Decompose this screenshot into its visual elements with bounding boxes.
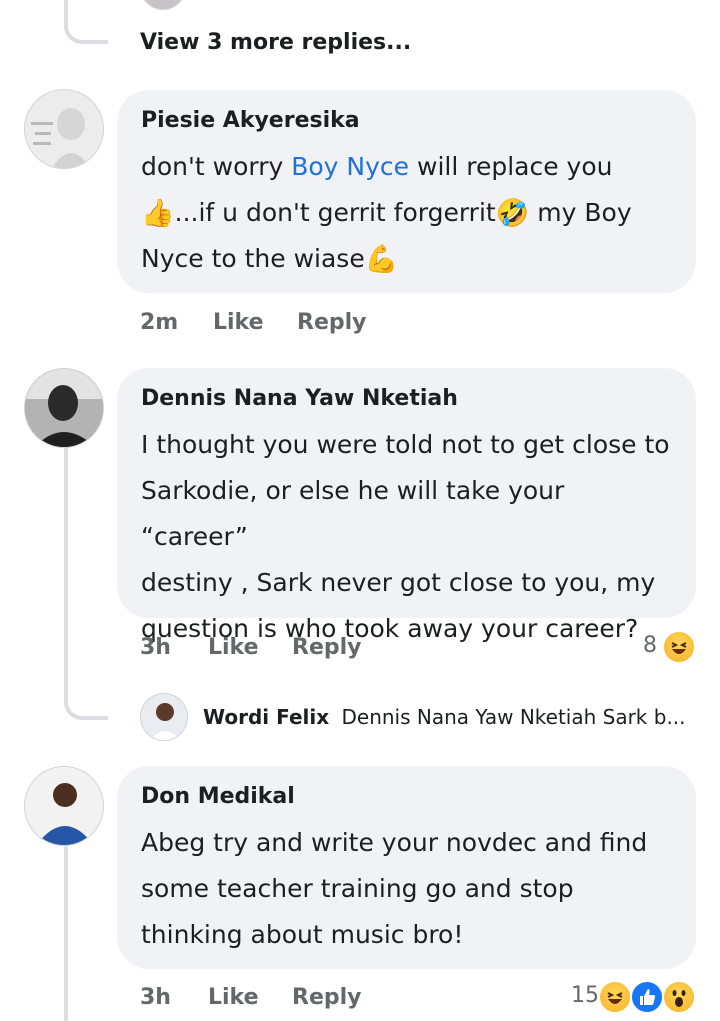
thread-connector-reply	[64, 670, 108, 720]
view-more-replies-link[interactable]: View 3 more replies...	[140, 30, 411, 55]
rofl-emoji: 🤣	[495, 198, 530, 229]
avatar-dennis[interactable]	[24, 368, 104, 448]
like-button[interactable]: Like	[208, 985, 259, 1010]
like-button[interactable]: Like	[213, 310, 264, 335]
thread-line-dennis	[64, 446, 68, 678]
reply-author[interactable]: Wordi Felix	[203, 705, 329, 729]
comment-text-segment: Nyce to the wiase	[141, 244, 365, 273]
comment-text: don't worry Boy Nyce will replace you 👍.…	[141, 144, 678, 282]
comment-author[interactable]: Don Medikal	[141, 784, 295, 809]
avatar-wordi[interactable]	[140, 693, 188, 741]
comment-line: Sarkodie, or else he will take your “car…	[141, 476, 565, 551]
reply-button[interactable]: Reply	[292, 985, 362, 1010]
comment-line: Abeg try and write your novdec and find	[141, 828, 648, 857]
comment-timestamp[interactable]: 3h	[140, 985, 171, 1010]
comment-author[interactable]: Dennis Nana Yaw Nketiah	[141, 386, 458, 411]
comment-line: I thought you were told not to get close…	[141, 430, 670, 459]
comment-text-segment: don't worry	[141, 152, 292, 181]
comment-text-segment: ...if u don't gerrit forgerrit	[174, 198, 496, 227]
comment-line: some teacher training go and stop	[141, 874, 574, 903]
like-button[interactable]: Like	[208, 635, 259, 660]
thread-connector-top	[64, 0, 108, 44]
comment-timestamp[interactable]: 2m	[140, 310, 178, 335]
wow-reaction-icon[interactable]	[662, 980, 696, 1014]
mention-link[interactable]: Boy Nyce	[291, 152, 409, 181]
comment-line: 👍...if u don't gerrit forgerrit🤣 my Boy	[141, 190, 678, 236]
comment-text-segment: my Boy	[529, 198, 632, 227]
comment-author[interactable]: Piesie Akyeresika	[141, 108, 360, 133]
comment-text: I thought you were told not to get close…	[141, 422, 678, 652]
comment-line: don't worry Boy Nyce will replace you	[141, 144, 678, 190]
reply-preview-text: Dennis Nana Yaw Nketiah Sark b...	[341, 705, 686, 729]
avatar-don[interactable]	[24, 766, 104, 846]
avatar-piesie[interactable]	[24, 89, 104, 169]
haha-reaction-icon[interactable]	[662, 630, 696, 664]
comment-line: Nyce to the wiase💪	[141, 236, 678, 282]
avatar-partial[interactable]	[140, 0, 186, 10]
flexed-biceps-emoji: 💪	[364, 244, 399, 275]
comment-bubble-piesie: Piesie Akyeresika don't worry Boy Nyce w…	[117, 90, 696, 293]
thread-line-don	[64, 846, 68, 1021]
reply-button[interactable]: Reply	[292, 635, 362, 660]
reaction-count[interactable]: 8	[643, 633, 657, 658]
thumbs-up-emoji: 👍	[141, 198, 175, 229]
comment-text-segment: will replace you	[409, 152, 613, 181]
comment-text: Abeg try and write your novdec and find …	[141, 820, 678, 958]
like-reaction-icon[interactable]	[630, 980, 664, 1014]
comment-bubble-don: Don Medikal Abeg try and write your novd…	[117, 766, 696, 969]
comment-bubble-dennis: Dennis Nana Yaw Nketiah I thought you we…	[117, 368, 696, 643]
comment-timestamp[interactable]: 3h	[140, 635, 171, 660]
reaction-count[interactable]: 15	[571, 983, 599, 1008]
haha-reaction-icon[interactable]	[598, 980, 632, 1014]
reply-button[interactable]: Reply	[297, 310, 367, 335]
reply-preview[interactable]: Wordi Felix Dennis Nana Yaw Nketiah Sark…	[203, 705, 686, 729]
comment-line: destiny , Sark never got close to you, m…	[141, 568, 656, 597]
comment-line: thinking about music bro!	[141, 920, 464, 949]
